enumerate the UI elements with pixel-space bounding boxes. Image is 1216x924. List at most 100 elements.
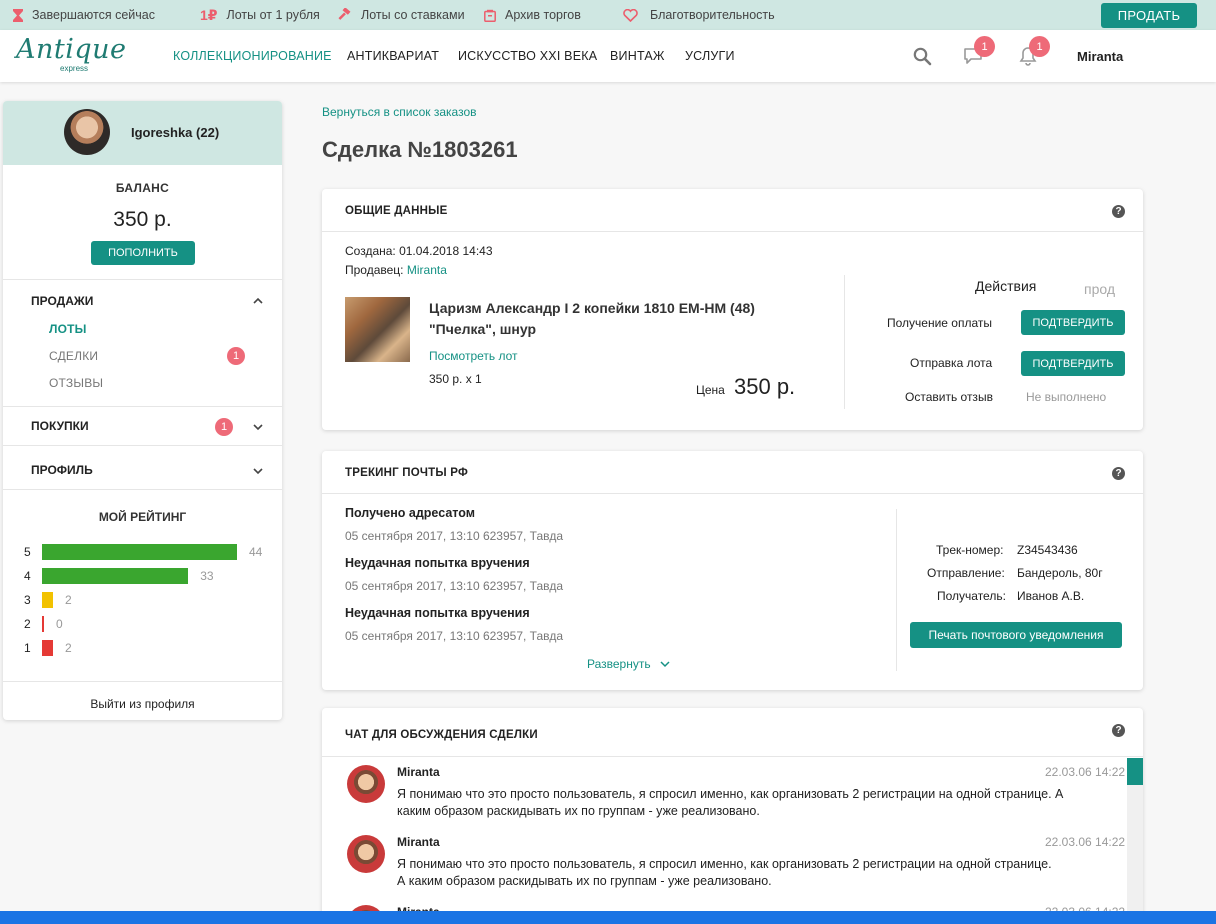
expand-tracking-link[interactable]: Развернуть bbox=[587, 657, 670, 671]
confirm-payment-button[interactable]: ПОДТВЕРДИТЬ bbox=[1021, 310, 1125, 335]
message-avatar[interactable] bbox=[347, 765, 385, 803]
header-username[interactable]: Miranta bbox=[1077, 30, 1123, 82]
logout-link[interactable]: Выйти из профиля bbox=[3, 697, 282, 711]
logo-subtext: express bbox=[60, 64, 89, 73]
topbar-ending-now[interactable]: Завершаются сейчас bbox=[13, 0, 155, 30]
review-status: Не выполнено bbox=[1026, 390, 1107, 404]
track-number-value: Z34543436 bbox=[1017, 543, 1078, 557]
rating-stars-label: 4 bbox=[24, 569, 31, 583]
track-number-label: Трек-номер: bbox=[936, 543, 1004, 557]
message-avatar[interactable] bbox=[347, 835, 385, 873]
help-icon[interactable]: ? bbox=[1112, 467, 1125, 480]
sidebar-item-lots[interactable]: ЛОТЫ bbox=[49, 322, 87, 336]
message-text-line: Я понимаю что это просто пользователь, я… bbox=[397, 857, 1052, 871]
chat-card: ЧАТ ДЛЯ ОБСУЖДЕНИЯ СДЕЛКИ ? Miranta 22.0… bbox=[322, 708, 1143, 924]
site-logo[interactable]: Antique express bbox=[16, 34, 136, 78]
balance-title: БАЛАНС bbox=[115, 181, 170, 195]
card-header: ТРЕКИНГ ПОЧТЫ РФ ? bbox=[322, 451, 1143, 494]
chevron-down-icon[interactable] bbox=[252, 421, 264, 433]
message-time: 22.03.06 14:22 bbox=[1045, 835, 1126, 849]
archive-icon bbox=[484, 9, 496, 22]
balance-value: 350 р. bbox=[113, 208, 172, 231]
help-icon[interactable]: ? bbox=[1112, 205, 1125, 218]
sell-button[interactable]: ПРОДАТЬ bbox=[1101, 3, 1197, 28]
rating-count: 0 bbox=[56, 617, 63, 631]
print-notice-button[interactable]: Печать почтового уведомления bbox=[910, 622, 1122, 648]
recipient-label: Получатель: bbox=[937, 589, 1006, 603]
confirm-shipping-button[interactable]: ПОДТВЕРДИТЬ bbox=[1021, 351, 1125, 376]
gavel-icon bbox=[337, 8, 352, 22]
notifications-count-badge: 1 bbox=[1029, 36, 1050, 57]
rating-row: 32 bbox=[24, 592, 72, 608]
tracking-event-details: 05 сентября 2017, 13:10 623957, Тавда bbox=[345, 529, 564, 543]
view-lot-link[interactable]: Посмотреть лот bbox=[429, 349, 518, 363]
back-to-orders-link[interactable]: Вернуться в список заказов bbox=[322, 105, 477, 119]
sidebar-item-deals[interactable]: СДЕЛКИ bbox=[49, 349, 98, 363]
message-author[interactable]: Miranta bbox=[397, 765, 440, 779]
topup-button[interactable]: ПОПОЛНИТЬ bbox=[91, 241, 195, 265]
topbar-charity[interactable]: Благотворительность bbox=[623, 0, 775, 30]
price-label: Цена bbox=[696, 383, 725, 397]
topbar-one-ruble[interactable]: 1₽ Лоты от 1 рубля bbox=[200, 0, 320, 30]
rating-bar bbox=[42, 640, 53, 656]
chevron-down-icon[interactable] bbox=[252, 465, 264, 477]
chevron-down-icon bbox=[660, 661, 670, 668]
lot-title-line-2[interactable]: "Пчелка", шнур bbox=[429, 321, 536, 337]
sidebar-user-block: Igoreshka (22) bbox=[3, 101, 282, 165]
topbar-item-label: Архив торгов bbox=[505, 8, 581, 22]
nav-antiques[interactable]: АНТИКВАРИАТ bbox=[347, 30, 439, 82]
chat-scrollbar-thumb[interactable] bbox=[1127, 758, 1143, 785]
rating-stars-label: 3 bbox=[24, 593, 31, 607]
seller-label: Продавец: bbox=[345, 263, 404, 277]
nav-collecting[interactable]: КОЛЛЕКЦИОНИРОВАНИЕ bbox=[173, 30, 332, 82]
divider bbox=[3, 681, 282, 682]
help-icon[interactable]: ? bbox=[1112, 724, 1125, 737]
sidebar-section-purchases[interactable]: ПОКУПКИ bbox=[31, 419, 89, 433]
search-icon[interactable] bbox=[909, 43, 935, 69]
topbar-item-label: Лоты со ставками bbox=[361, 8, 465, 22]
purchases-count-badge: 1 bbox=[215, 418, 233, 436]
divider bbox=[3, 489, 282, 490]
seller-link[interactable]: Miranta bbox=[407, 263, 447, 277]
message-author[interactable]: Miranta bbox=[397, 835, 440, 849]
recipient-value: Иванов А.В. bbox=[1017, 589, 1085, 603]
created-date: Создана: 01.04.2018 14:43 bbox=[345, 244, 493, 258]
divider bbox=[3, 445, 282, 446]
lot-thumbnail[interactable] bbox=[345, 297, 410, 362]
expand-label: Развернуть bbox=[587, 657, 651, 671]
nav-vintage[interactable]: ВИНТАЖ bbox=[610, 30, 665, 82]
shipping-label: Отправка лота bbox=[910, 356, 993, 370]
rating-bar bbox=[42, 616, 44, 632]
nav-art-21-century[interactable]: ИСКУССТВО XXI ВЕКА bbox=[458, 30, 597, 82]
sidebar-section-sales[interactable]: ПРОДАЖИ bbox=[31, 294, 93, 308]
lot-title-line-1[interactable]: Царизм Александр I 2 копейки 1810 ЕМ-НМ … bbox=[429, 300, 755, 316]
message-text-line: каким образом раскидывать их по группам … bbox=[397, 804, 760, 818]
card-title: ОБЩИЕ ДАННЫЕ bbox=[345, 204, 448, 217]
sidebar-section-profile[interactable]: ПРОФИЛЬ bbox=[31, 463, 93, 477]
price-value: 350 р. bbox=[734, 374, 796, 399]
divider bbox=[3, 406, 282, 407]
rating-count: 2 bbox=[65, 641, 72, 655]
payment-label: Получение оплаты bbox=[887, 316, 993, 330]
sidebar-item-reviews[interactable]: ОТЗЫВЫ bbox=[49, 376, 103, 390]
topbar-item-label: Благотворительность bbox=[650, 8, 775, 22]
divider bbox=[896, 509, 897, 671]
review-label: Оставить отзыв bbox=[905, 390, 993, 404]
tracking-event-details: 05 сентября 2017, 13:10 623957, Тавда bbox=[345, 579, 564, 593]
sidebar-username[interactable]: Igoreshka (22) bbox=[131, 125, 219, 140]
rating-bar bbox=[42, 592, 53, 608]
topbar-item-label: Лоты от 1 рубля bbox=[226, 8, 320, 22]
actions-title: Действия bbox=[975, 278, 1037, 294]
nav-services[interactable]: УСЛУГИ bbox=[685, 30, 735, 82]
chevron-up-icon[interactable] bbox=[252, 295, 264, 307]
avatar[interactable] bbox=[64, 109, 110, 155]
topbar-archive[interactable]: Архив торгов bbox=[484, 0, 581, 30]
message-time: 22.03.06 14:22 bbox=[1045, 765, 1126, 779]
deals-count-badge: 1 bbox=[227, 347, 245, 365]
divider bbox=[844, 275, 845, 409]
topbar-with-bids[interactable]: Лоты со ставками bbox=[337, 0, 465, 30]
card-header: ЧАТ ДЛЯ ОБСУЖДЕНИЯ СДЕЛКИ ? bbox=[322, 708, 1143, 757]
tracking-event-details: 05 сентября 2017, 13:10 623957, Тавда bbox=[345, 629, 564, 643]
shipment-label: Отправление: bbox=[927, 566, 1005, 580]
tracking-card: ТРЕКИНГ ПОЧТЫ РФ ? Получено адресатом 05… bbox=[322, 451, 1143, 690]
